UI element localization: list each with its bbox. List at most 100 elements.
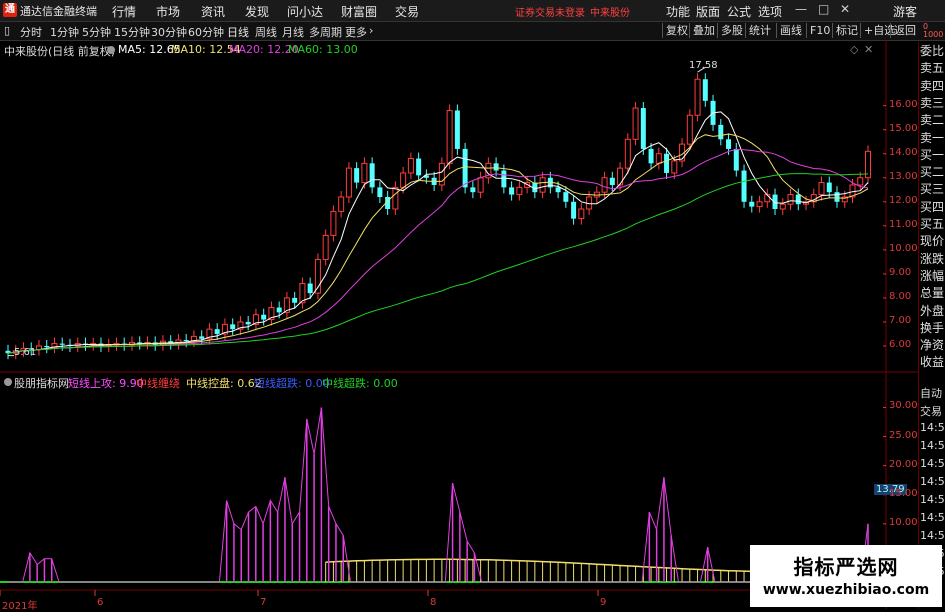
candle-up [632,107,639,140]
menu-discover[interactable]: 发现 [245,3,269,20]
tick-time: 14:56 [920,493,945,506]
tick-time: 14:56 [920,457,945,470]
candle-down [741,170,747,202]
settings-dot-icon[interactable] [107,46,115,54]
close-panel-icon[interactable]: ✕ [864,43,873,56]
diamond-icon[interactable]: ◇ [850,43,858,56]
menu-options[interactable]: 选项 [758,3,782,20]
kline-chart[interactable] [0,40,918,609]
btn-statistics[interactable]: 统计 [745,23,774,38]
period-weekly[interactable]: 周线 [255,24,277,40]
quote-label: 卖一 [920,130,945,145]
candle-up [539,177,546,193]
candle-down [214,329,220,334]
y-tick-label: 7.00 [889,314,912,326]
period-30min[interactable]: 30分钟 [151,24,187,40]
period-15min[interactable]: 15分钟 [114,24,150,40]
quote-label: 外盘 [920,303,945,318]
candle-down [834,192,840,202]
candle-up [446,109,453,164]
y-tick-label: 14.00 [889,146,918,158]
menu-toggle-icon[interactable]: ▯ [4,24,10,37]
candle-down [354,168,360,183]
period-60min[interactable]: 60分钟 [188,24,224,40]
period-multi[interactable]: 多周期 [309,24,342,40]
menu-wealth[interactable]: 财富圈 [341,3,377,20]
candle-down [377,187,383,197]
tick-time: 14:56 [920,511,945,524]
quote-label: 涨跌 [920,251,945,266]
candle-down [702,79,708,101]
menu-layout[interactable]: 版面 [696,3,720,20]
y-tick-label: 15.00 [889,122,918,134]
candle-down [416,158,422,176]
y-tick-label: 9.00 [889,266,912,278]
candle-down [369,163,375,188]
menu-formula[interactable]: 公式 [727,3,751,20]
candle-down [563,192,569,202]
candle-down [640,108,646,149]
candle-down [199,336,205,339]
candle-down [470,187,476,193]
btn-adjust[interactable]: 复权 [662,23,691,38]
menu-market[interactable]: 市场 [156,3,180,20]
candle-down [664,153,670,173]
btn-draw[interactable]: 画线 [776,23,805,38]
y-tick-label: 12.00 [889,194,918,206]
y-tick-label: 6.00 [889,338,912,350]
candle-down [501,170,507,188]
ma5-line [7,111,869,354]
app-logo-icon: 通 [3,3,17,17]
chevron-right-icon[interactable]: › [369,24,373,37]
maximize-icon[interactable]: □ [818,2,829,16]
quote-label: 买一 [920,147,945,162]
period-1min[interactable]: 1分钟 [50,24,79,40]
candle-down [276,307,282,313]
y-tick-label: 8.00 [889,290,912,302]
menu-trade[interactable]: 交易 [395,3,419,20]
menu-quotes[interactable]: 行情 [112,3,136,20]
candle-down [261,314,267,320]
candle-up [655,153,662,164]
quote-label: 委比 [920,44,945,58]
period-5min[interactable]: 5分钟 [82,24,111,40]
candle-down [462,148,468,188]
menu-news[interactable]: 资讯 [201,3,225,20]
btn-multistock[interactable]: 多股 [717,23,746,38]
y-tick-label-indicator: 30.00 [889,400,918,412]
quote-label: 买五 [920,217,945,231]
period-more[interactable]: 更多 [345,24,367,40]
x-tick-label: 7 [260,597,267,608]
btn-overlay[interactable]: 叠加 [689,23,718,38]
ind-mid-oversold: 中线超跌: 0.00 [322,377,398,390]
tick-time: 交易 [920,405,942,418]
candle-up [617,167,624,186]
quote-label: 涨幅 [920,268,945,283]
guest-label[interactable]: 游客 [893,3,917,20]
indicator-dot-icon[interactable] [4,378,12,386]
period-tick[interactable]: 分时 [20,24,42,40]
minimize-icon[interactable]: — [795,2,807,16]
period-daily[interactable]: 日线 [227,24,249,40]
candle-down [571,201,577,219]
candle-down [44,345,50,348]
legend-stock: 中来股份(日线 前复权) [4,45,116,58]
menu-function[interactable]: 功能 [666,3,690,20]
btn-f10[interactable]: F10 [806,23,833,38]
btn-back[interactable]: 返回 [890,23,919,38]
btn-mark[interactable]: 标记 [832,23,861,38]
quote-label: 收益 [920,355,945,370]
candle-up [392,186,399,210]
candle-down [609,177,615,185]
x-tick-label: 2021年 [2,601,38,612]
period-monthly[interactable]: 月线 [282,24,304,40]
quote-label: 换手 [920,320,945,335]
candle-up [694,78,701,116]
menu-ask[interactable]: 问小达 [287,3,323,20]
close-icon[interactable]: ✕ [840,2,850,16]
candle-down [648,148,654,164]
quote-label: 买四 [920,199,945,214]
watermark-title: 指标严选网 [793,555,899,579]
trade-login-status[interactable]: 证券交易未登录 [515,4,585,19]
candle-up [601,177,608,193]
